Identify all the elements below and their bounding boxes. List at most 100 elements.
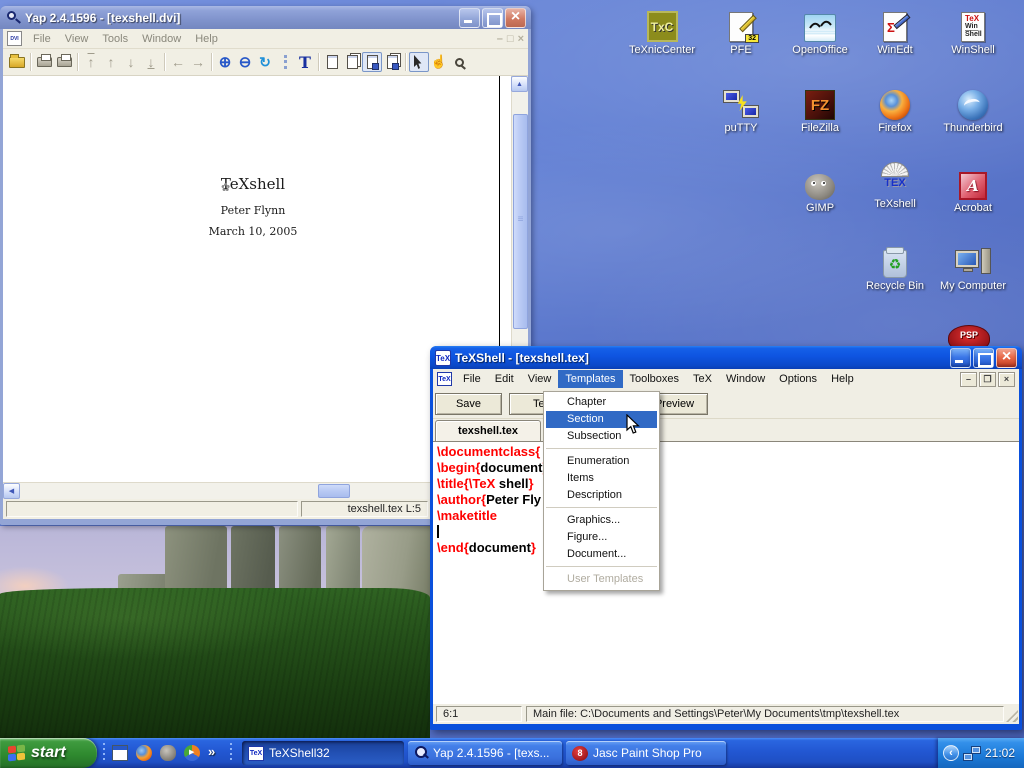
yap-menu-view[interactable]: View (58, 31, 96, 47)
yap-menu-help[interactable]: Help (188, 31, 225, 47)
task-button-paintshoppro[interactable]: 8 Jasc Paint Shop Pro (566, 741, 726, 765)
code-line-with-caret (437, 524, 1019, 540)
task-button-texshell32[interactable]: TeX TeXShell32 (242, 741, 404, 765)
desktop-icon-filezilla[interactable]: FZ FileZilla (781, 84, 859, 135)
menu-item-items[interactable]: Items (546, 470, 657, 487)
yap-close-button[interactable] (505, 8, 526, 28)
select-tool-icon[interactable] (409, 52, 429, 72)
single-page-view-icon[interactable] (322, 52, 342, 72)
mdi-minimize-button[interactable]: – (960, 372, 977, 387)
desktop-icon-firefox[interactable]: Firefox (856, 84, 934, 135)
previous-page-icon[interactable] (101, 52, 121, 72)
network-tray-icon[interactable] (963, 746, 981, 761)
refresh-icon[interactable] (255, 52, 275, 72)
open-icon[interactable] (7, 52, 27, 72)
desktop-icon-texshell[interactable]: TEX TeXshell (856, 160, 934, 211)
desktop-icon-openoffice[interactable]: OpenOffice (781, 6, 859, 57)
firefox-quicklaunch-icon[interactable] (136, 745, 152, 761)
desktop-icon-recycle-bin[interactable]: ♻ Recycle Bin (856, 242, 934, 293)
yap-mdi-buttons[interactable]: –□× (497, 33, 524, 45)
menu-item-enumeration[interactable]: Enumeration (546, 453, 657, 470)
back-icon[interactable] (168, 52, 188, 72)
menu-view[interactable]: View (521, 370, 559, 388)
texshell-minimize-button[interactable] (950, 348, 971, 368)
hand-tool-icon[interactable] (429, 52, 449, 72)
tab-texshell-tex[interactable]: texshell.tex (435, 420, 541, 441)
desktop-icon-putty[interactable]: puTTY (702, 84, 780, 135)
zoom-in-icon[interactable] (215, 52, 235, 72)
start-button[interactable]: start (0, 738, 97, 768)
menu-item-graphics[interactable]: Graphics... (546, 512, 657, 529)
vertical-scroll-thumb[interactable] (513, 114, 528, 329)
menu-item-figure[interactable]: Figure... (546, 529, 657, 546)
mdi-close-button[interactable]: × (998, 372, 1015, 387)
yap-menubar: DVI File View Tools Window Help –□× (3, 29, 528, 49)
taskbar-clock[interactable]: 21:02 (985, 746, 1015, 760)
menu-options[interactable]: Options (772, 370, 824, 388)
forward-icon[interactable] (188, 52, 208, 72)
desktop-icon-gimp[interactable]: GIMP (781, 164, 859, 215)
desktop-icon-my-computer[interactable]: My Computer (934, 242, 1012, 293)
yap-titlebar[interactable]: Yap 2.4.1596 - [texshell.dvi] (0, 6, 531, 29)
code-line: \author{Peter Fly (437, 492, 1019, 508)
desktop-icon-texniccenter[interactable]: TxC TeXnicCenter (623, 6, 701, 57)
texshell-menubar: TeX File Edit View Templates Toolboxes T… (433, 369, 1019, 389)
menu-separator (546, 566, 657, 568)
resize-grip[interactable] (1006, 710, 1018, 722)
next-page-icon[interactable] (121, 52, 141, 72)
magnifier-tool-icon[interactable] (449, 52, 469, 72)
menu-templates[interactable]: Templates (558, 370, 622, 388)
mediaplayer-quicklaunch-icon[interactable] (184, 745, 200, 761)
task-button-yap[interactable]: Yap 2.4.1596 - [texs... (408, 741, 562, 765)
save-button[interactable]: Save (435, 393, 502, 415)
menu-item-description[interactable]: Description (546, 487, 657, 504)
yap-maximize-button[interactable] (482, 8, 503, 28)
horizontal-scroll-thumb[interactable] (318, 484, 350, 498)
menu-item-document[interactable]: Document... (546, 546, 657, 563)
print-all-icon[interactable] (54, 52, 74, 72)
yap-menu-file[interactable]: File (26, 31, 58, 47)
texshell-close-button[interactable] (996, 348, 1017, 368)
scroll-up-arrow[interactable]: ▲ (511, 76, 528, 92)
print-icon[interactable] (34, 52, 54, 72)
yap-minimize-button[interactable] (459, 8, 480, 28)
menu-toolboxes[interactable]: Toolboxes (623, 370, 687, 388)
first-page-icon[interactable] (81, 52, 101, 72)
yap-menu-tools[interactable]: Tools (95, 31, 135, 47)
menu-help[interactable]: Help (824, 370, 861, 388)
ruler-tool-icon[interactable] (275, 52, 295, 72)
acrobat-icon: A (959, 172, 987, 200)
menu-item-subsection[interactable]: Subsection (546, 428, 657, 445)
quicklaunch-overflow-chevron[interactable]: » (208, 744, 215, 759)
desktop-icon-winshell[interactable]: TeXWinShell WinShell (934, 6, 1012, 57)
page-with-source-icon[interactable] (362, 52, 382, 72)
menu-file[interactable]: File (456, 370, 488, 388)
show-desktop-icon[interactable] (112, 745, 128, 761)
scroll-left-arrow[interactable]: ◀ (3, 483, 20, 499)
menu-tex[interactable]: TeX (686, 370, 719, 388)
zoom-out-icon[interactable] (235, 52, 255, 72)
menu-window[interactable]: Window (719, 370, 772, 388)
desktop-icon-acrobat[interactable]: A Acrobat (934, 164, 1012, 215)
dvi-author: Peter Flynn (3, 204, 503, 217)
continuous-view-icon[interactable] (342, 52, 362, 72)
filezilla-icon: FZ (805, 90, 835, 120)
desktop-icon-pfe[interactable]: 32 PFE (702, 6, 780, 57)
last-page-icon[interactable] (141, 52, 161, 72)
mdi-restore-button[interactable]: ❐ (979, 372, 996, 387)
gimp-quicklaunch-icon[interactable] (160, 745, 176, 761)
yap-menu-window[interactable]: Window (135, 31, 188, 47)
menu-item-section[interactable]: Section (546, 411, 657, 428)
texshell-titlebar[interactable]: TeX TeXShell - [texshell.tex] (430, 346, 1022, 369)
yap-app-icon (5, 10, 21, 26)
desktop-icon-thunderbird[interactable]: Thunderbird (934, 84, 1012, 135)
menu-edit[interactable]: Edit (488, 370, 521, 388)
menu-item-chapter[interactable]: Chapter (546, 394, 657, 411)
tray-collapse-chevron-icon[interactable]: ‹ (943, 745, 959, 761)
text-mode-icon[interactable] (295, 52, 315, 72)
openoffice-icon (804, 14, 836, 42)
texshell-editor[interactable]: \documentclass{ \begin{document} \title{… (433, 441, 1019, 704)
texshell-maximize-button[interactable] (973, 348, 994, 368)
pages-with-source-icon[interactable] (382, 52, 402, 72)
desktop-icon-winedt[interactable]: Σ WinEdt (856, 6, 934, 57)
